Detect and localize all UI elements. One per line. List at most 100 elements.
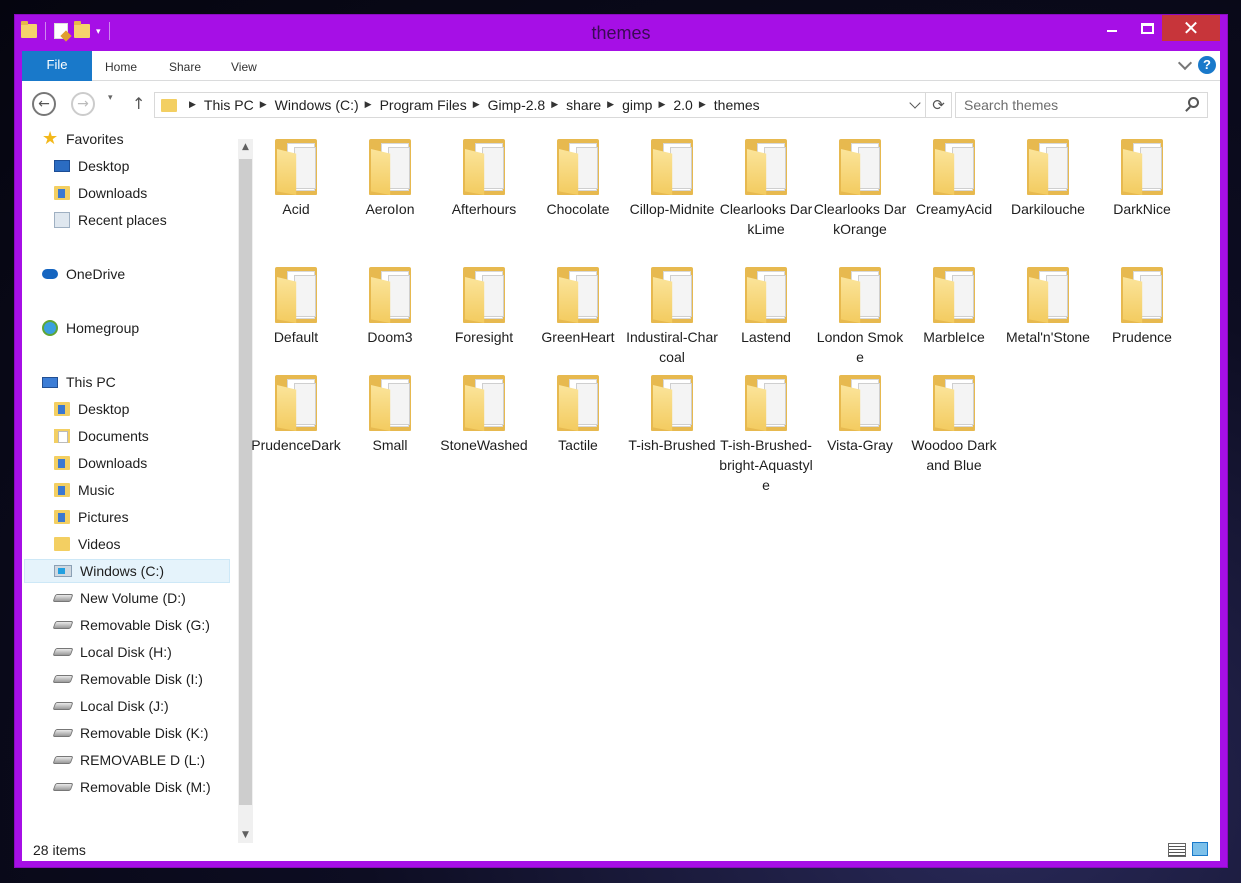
tab-home[interactable]: Home: [105, 51, 137, 81]
sidebar-item-drive-i[interactable]: Removable Disk (I:): [52, 667, 252, 691]
breadcrumb-gimp-folder[interactable]: gimp: [622, 97, 652, 113]
up-arrow-icon[interactable]: ↑: [132, 94, 145, 113]
large-icons-view-icon[interactable]: [1192, 842, 1208, 856]
folder-item[interactable]: DarkNice: [1095, 135, 1189, 219]
breadcrumb-separator-icon[interactable]: ▶: [658, 100, 665, 110]
back-button[interactable]: ←: [32, 92, 56, 116]
expand-ribbon-icon[interactable]: [1177, 55, 1193, 71]
sidebar-item-pc-downloads[interactable]: Downloads: [54, 451, 252, 475]
sidebar-item-favorites[interactable]: ★ Favorites: [42, 127, 250, 151]
refresh-icon[interactable]: ⟳: [925, 93, 951, 117]
tab-share[interactable]: Share: [169, 51, 201, 81]
folder-item[interactable]: London Smoke: [813, 263, 907, 367]
close-button[interactable]: ✕: [1162, 15, 1220, 41]
ribbon-tabs: File Home Share View ?: [22, 51, 1220, 81]
sidebar-item-drive-m[interactable]: Removable Disk (M:): [52, 775, 252, 799]
breadcrumb-separator-icon[interactable]: ▶: [607, 100, 614, 110]
folder-item[interactable]: T-ish-Brushed: [625, 371, 719, 455]
recent-locations-dropdown-icon[interactable]: ▾: [108, 93, 113, 103]
sidebar-item-drive-j[interactable]: Local Disk (J:): [52, 694, 252, 718]
folder-item[interactable]: Small: [343, 371, 437, 455]
breadcrumb-program-files[interactable]: Program Files: [380, 97, 467, 113]
folder-item[interactable]: Prudence: [1095, 263, 1189, 347]
help-icon[interactable]: ?: [1198, 56, 1216, 74]
breadcrumb-separator-icon[interactable]: ▶: [473, 100, 480, 110]
search-icon[interactable]: [1188, 97, 1199, 108]
minimize-icon: [1107, 30, 1117, 32]
folder-name: Tactile: [558, 437, 598, 453]
sidebar-item-windows-c[interactable]: Windows (C:): [24, 559, 230, 583]
breadcrumb-separator-icon[interactable]: ▶: [551, 100, 558, 110]
sidebar-item-recent-places[interactable]: Recent places: [54, 208, 252, 232]
breadcrumb-windows-c[interactable]: Windows (C:): [275, 97, 359, 113]
title-bar[interactable]: ▾ themes ✕: [15, 15, 1227, 51]
minimize-button[interactable]: [1095, 15, 1129, 41]
navigation-scrollbar[interactable]: ▲ ▼: [238, 139, 253, 843]
breadcrumb-separator-icon[interactable]: ▶: [699, 100, 706, 110]
sidebar-item-pc-desktop[interactable]: Desktop: [54, 397, 252, 421]
sidebar-item-desktop[interactable]: Desktop: [54, 154, 252, 178]
breadcrumb-share[interactable]: share: [566, 97, 601, 113]
folder-icon: [275, 371, 317, 433]
sidebar-item-drive-h[interactable]: Local Disk (H:): [52, 640, 252, 664]
address-bar[interactable]: ▶ This PC ▶ Windows (C:) ▶ Program Files…: [154, 92, 952, 118]
breadcrumb-separator-icon[interactable]: ▶: [365, 100, 372, 110]
videos-folder-icon: [54, 537, 70, 551]
sidebar-item-videos[interactable]: Videos: [54, 532, 252, 556]
folder-item[interactable]: Metal'n'Stone: [1001, 263, 1095, 347]
sidebar-item-onedrive[interactable]: OneDrive: [42, 262, 250, 286]
folder-item[interactable]: T-ish-Brushed-bright-Aquastyle: [719, 371, 813, 495]
folder-item[interactable]: Foresight: [437, 263, 531, 347]
scrollbar-thumb[interactable]: [239, 159, 252, 805]
search-input[interactable]: [956, 93, 1176, 117]
tab-view[interactable]: View: [231, 51, 257, 81]
folder-name: Industiral-Charcoal: [626, 329, 718, 365]
drive-icon: [52, 702, 74, 710]
tab-file[interactable]: File: [22, 51, 92, 81]
folder-icon: [839, 263, 881, 325]
sidebar-item-this-pc[interactable]: This PC: [42, 370, 250, 394]
sidebar-item-homegroup[interactable]: Homegroup: [42, 316, 250, 340]
folder-item[interactable]: Clearlooks DarkLime: [719, 135, 813, 239]
folder-item[interactable]: MarbleIce: [907, 263, 1001, 347]
folder-item[interactable]: Lastend: [719, 263, 813, 347]
breadcrumb-separator-icon[interactable]: ▶: [189, 100, 196, 110]
folder-item[interactable]: CreamyAcid: [907, 135, 1001, 219]
address-history-dropdown-icon[interactable]: [909, 97, 921, 109]
sidebar-item-drive-k[interactable]: Removable Disk (K:): [52, 721, 252, 745]
folder-item[interactable]: Clearlooks DarkOrange: [813, 135, 907, 239]
folder-item[interactable]: StoneWashed: [437, 371, 531, 455]
folder-item[interactable]: Doom3: [343, 263, 437, 347]
breadcrumb-themes[interactable]: themes: [714, 97, 760, 113]
folder-item[interactable]: Tactile: [531, 371, 625, 455]
folder-item[interactable]: Darkilouche: [1001, 135, 1095, 219]
sidebar-item-downloads[interactable]: Downloads: [54, 181, 252, 205]
folder-icon: [933, 371, 975, 433]
sidebar-item-drive-l[interactable]: REMOVABLE D (L:): [52, 748, 252, 772]
breadcrumb-separator-icon[interactable]: ▶: [260, 100, 267, 110]
folder-item[interactable]: Default: [249, 263, 343, 347]
folder-icon: [54, 402, 70, 416]
maximize-button[interactable]: [1130, 15, 1164, 41]
folder-item[interactable]: GreenHeart: [531, 263, 625, 347]
breadcrumb-version[interactable]: 2.0: [673, 97, 692, 113]
folder-item[interactable]: Acid: [249, 135, 343, 219]
folder-item[interactable]: Industiral-Charcoal: [625, 263, 719, 367]
folder-item[interactable]: Vista-Gray: [813, 371, 907, 455]
folder-item[interactable]: PrudenceDark: [249, 371, 343, 455]
sidebar-item-documents[interactable]: Documents: [54, 424, 252, 448]
sidebar-item-pictures[interactable]: Pictures: [54, 505, 252, 529]
breadcrumb-gimp[interactable]: Gimp-2.8: [488, 97, 546, 113]
folder-item[interactable]: Afterhours: [437, 135, 531, 219]
forward-button[interactable]: →: [71, 92, 95, 116]
sidebar-item-music[interactable]: Music: [54, 478, 252, 502]
sidebar-item-drive-g[interactable]: Removable Disk (G:): [52, 613, 252, 637]
folder-item[interactable]: AeroIon: [343, 135, 437, 219]
details-view-icon[interactable]: [1168, 843, 1186, 857]
breadcrumb-this-pc[interactable]: This PC: [204, 97, 254, 113]
search-box[interactable]: [955, 92, 1208, 118]
folder-item[interactable]: Cillop-Midnite: [625, 135, 719, 219]
folder-item[interactable]: Chocolate: [531, 135, 625, 219]
sidebar-item-drive-d[interactable]: New Volume (D:): [52, 586, 252, 610]
folder-item[interactable]: Woodoo Dark and Blue: [907, 371, 1001, 475]
